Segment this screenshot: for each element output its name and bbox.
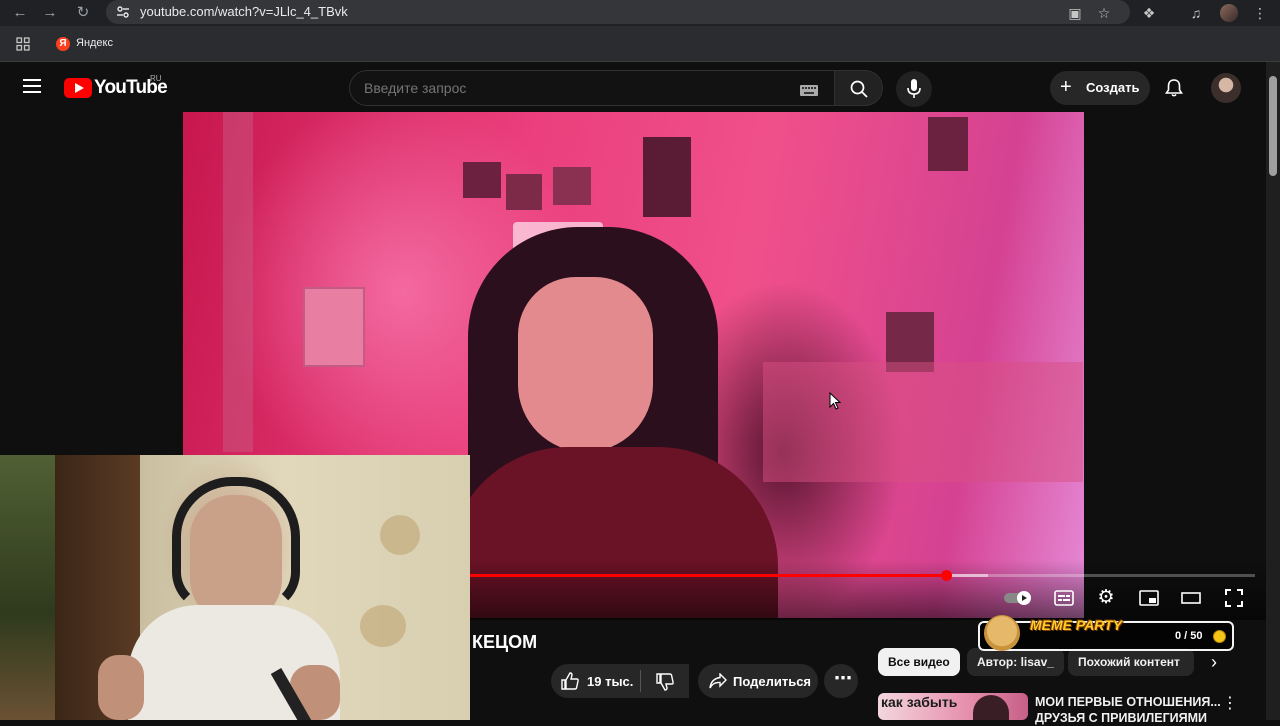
theater-mode-icon[interactable] bbox=[1178, 587, 1204, 609]
search-box[interactable] bbox=[349, 70, 834, 106]
thumbs-down-icon bbox=[656, 673, 674, 691]
recommendation-thumbnail[interactable]: как забыть bbox=[878, 693, 1028, 720]
region-code: RU bbox=[150, 74, 162, 83]
back-arrow-icon[interactable]: ← bbox=[10, 3, 30, 23]
voice-search-button[interactable] bbox=[896, 71, 932, 107]
youtube-play-logo-icon bbox=[64, 78, 92, 98]
search-input[interactable] bbox=[364, 79, 784, 97]
plus-icon: + bbox=[1060, 76, 1072, 98]
search-icon bbox=[850, 80, 868, 98]
wall-poster bbox=[303, 287, 365, 367]
progress-bar[interactable] bbox=[470, 570, 1255, 581]
wall-photo bbox=[928, 117, 968, 171]
create-label: Создать bbox=[1086, 80, 1140, 95]
thumbnail-person bbox=[973, 695, 1009, 720]
thumbs-up-icon bbox=[561, 672, 579, 690]
create-button[interactable]: + Создать bbox=[1050, 71, 1150, 105]
chip-all-videos[interactable]: Все видео bbox=[878, 648, 960, 676]
like-count: 19 тыс. bbox=[587, 674, 634, 689]
like-divider bbox=[640, 670, 641, 692]
share-label: Поделиться bbox=[733, 674, 812, 689]
coin-icon bbox=[1213, 630, 1226, 643]
address-bar[interactable]: youtube.com/watch?v=JLlc_4_TBvk bbox=[106, 0, 1130, 24]
account-avatar[interactable] bbox=[1211, 73, 1241, 103]
chip-related[interactable]: Похожий контент bbox=[1068, 648, 1194, 676]
bookmark-label: Яндекс bbox=[76, 37, 113, 49]
profile-avatar[interactable] bbox=[1220, 4, 1238, 22]
forward-arrow-icon[interactable]: → bbox=[40, 3, 60, 23]
bed bbox=[763, 362, 1083, 482]
mouse-cursor-icon bbox=[829, 391, 842, 410]
settings-gear-icon[interactable]: ⚙ bbox=[1093, 587, 1119, 609]
recommendation-menu-icon[interactable]: ⋮ bbox=[1222, 694, 1238, 714]
chevron-right-icon[interactable]: › bbox=[1204, 652, 1224, 672]
more-actions-button[interactable]: ⋯ bbox=[824, 664, 858, 698]
recommendation-title[interactable]: МОИ ПЕРВЫЕ ОТНОШЕНИЯ... ДРУЗЬЯ С ПРИВИЛЕ… bbox=[1035, 694, 1225, 726]
meme-party-widget: MEME PARTY 0 / 50 bbox=[978, 615, 1234, 651]
wall-hanging bbox=[643, 137, 691, 217]
thumbnail-caption: как забыть bbox=[881, 694, 958, 710]
fullscreen-icon[interactable] bbox=[1221, 587, 1247, 609]
more-horizontal-icon: ⋯ bbox=[834, 668, 852, 688]
streamer-arm bbox=[98, 655, 144, 720]
menu-dots-icon[interactable]: ⋮ bbox=[1250, 3, 1270, 23]
wallpaper-flower bbox=[380, 515, 420, 555]
houseplant bbox=[0, 455, 55, 720]
wallpaper-flower bbox=[360, 605, 406, 647]
keyboard-icon[interactable] bbox=[800, 83, 818, 96]
media-control-icon[interactable]: ♫ bbox=[1186, 3, 1206, 23]
subtitles-icon[interactable] bbox=[1051, 587, 1077, 609]
wall-photo bbox=[463, 162, 501, 198]
youtube-logo[interactable]: YouTube RU bbox=[64, 74, 184, 100]
reload-icon[interactable]: ↻ bbox=[73, 3, 93, 23]
progress-played bbox=[470, 574, 947, 577]
share-button[interactable]: Поделиться bbox=[698, 664, 818, 698]
search-button[interactable] bbox=[834, 70, 883, 106]
notifications-bell-icon[interactable] bbox=[1164, 78, 1184, 98]
person-face bbox=[518, 277, 653, 452]
site-settings-icon[interactable] bbox=[116, 5, 130, 19]
bookmark-star-icon[interactable]: ☆ bbox=[1094, 3, 1114, 23]
meme-counter: 0 / 50 bbox=[1175, 630, 1203, 642]
miniplayer-icon[interactable] bbox=[1136, 587, 1162, 609]
browser-toolbar: ← → ↻ youtube.com/watch?v=JLlc_4_TBvk ▣ … bbox=[0, 0, 1280, 26]
install-app-icon[interactable]: ▣ bbox=[1065, 3, 1085, 23]
video-title: КЕЦОМ bbox=[472, 632, 538, 652]
meme-party-title: MEME PARTY bbox=[1030, 617, 1123, 633]
apps-grid-icon[interactable] bbox=[16, 37, 30, 51]
yandex-icon: Я bbox=[56, 37, 70, 51]
page-scrollbar[interactable] bbox=[1266, 62, 1280, 720]
scrollbar-thumb[interactable] bbox=[1269, 76, 1277, 176]
bookmarks-bar: Я Яндекс bbox=[0, 26, 1280, 62]
wall-photo bbox=[506, 174, 542, 210]
autoplay-toggle[interactable] bbox=[1004, 587, 1034, 609]
wall-photo bbox=[553, 167, 591, 205]
hamburger-menu-icon[interactable] bbox=[23, 79, 41, 93]
progress-buffered bbox=[946, 574, 989, 577]
extensions-icon[interactable]: ❖ bbox=[1139, 3, 1159, 23]
doge-icon bbox=[984, 615, 1020, 651]
chip-author[interactable]: Автор: lisav_ bbox=[967, 648, 1064, 676]
door-frame bbox=[223, 112, 253, 452]
share-arrow-icon bbox=[709, 673, 727, 689]
dislike-button[interactable] bbox=[645, 664, 689, 698]
webcam-overlay bbox=[0, 455, 470, 720]
url-text[interactable]: youtube.com/watch?v=JLlc_4_TBvk bbox=[140, 4, 348, 19]
microphone-icon bbox=[907, 79, 921, 98]
